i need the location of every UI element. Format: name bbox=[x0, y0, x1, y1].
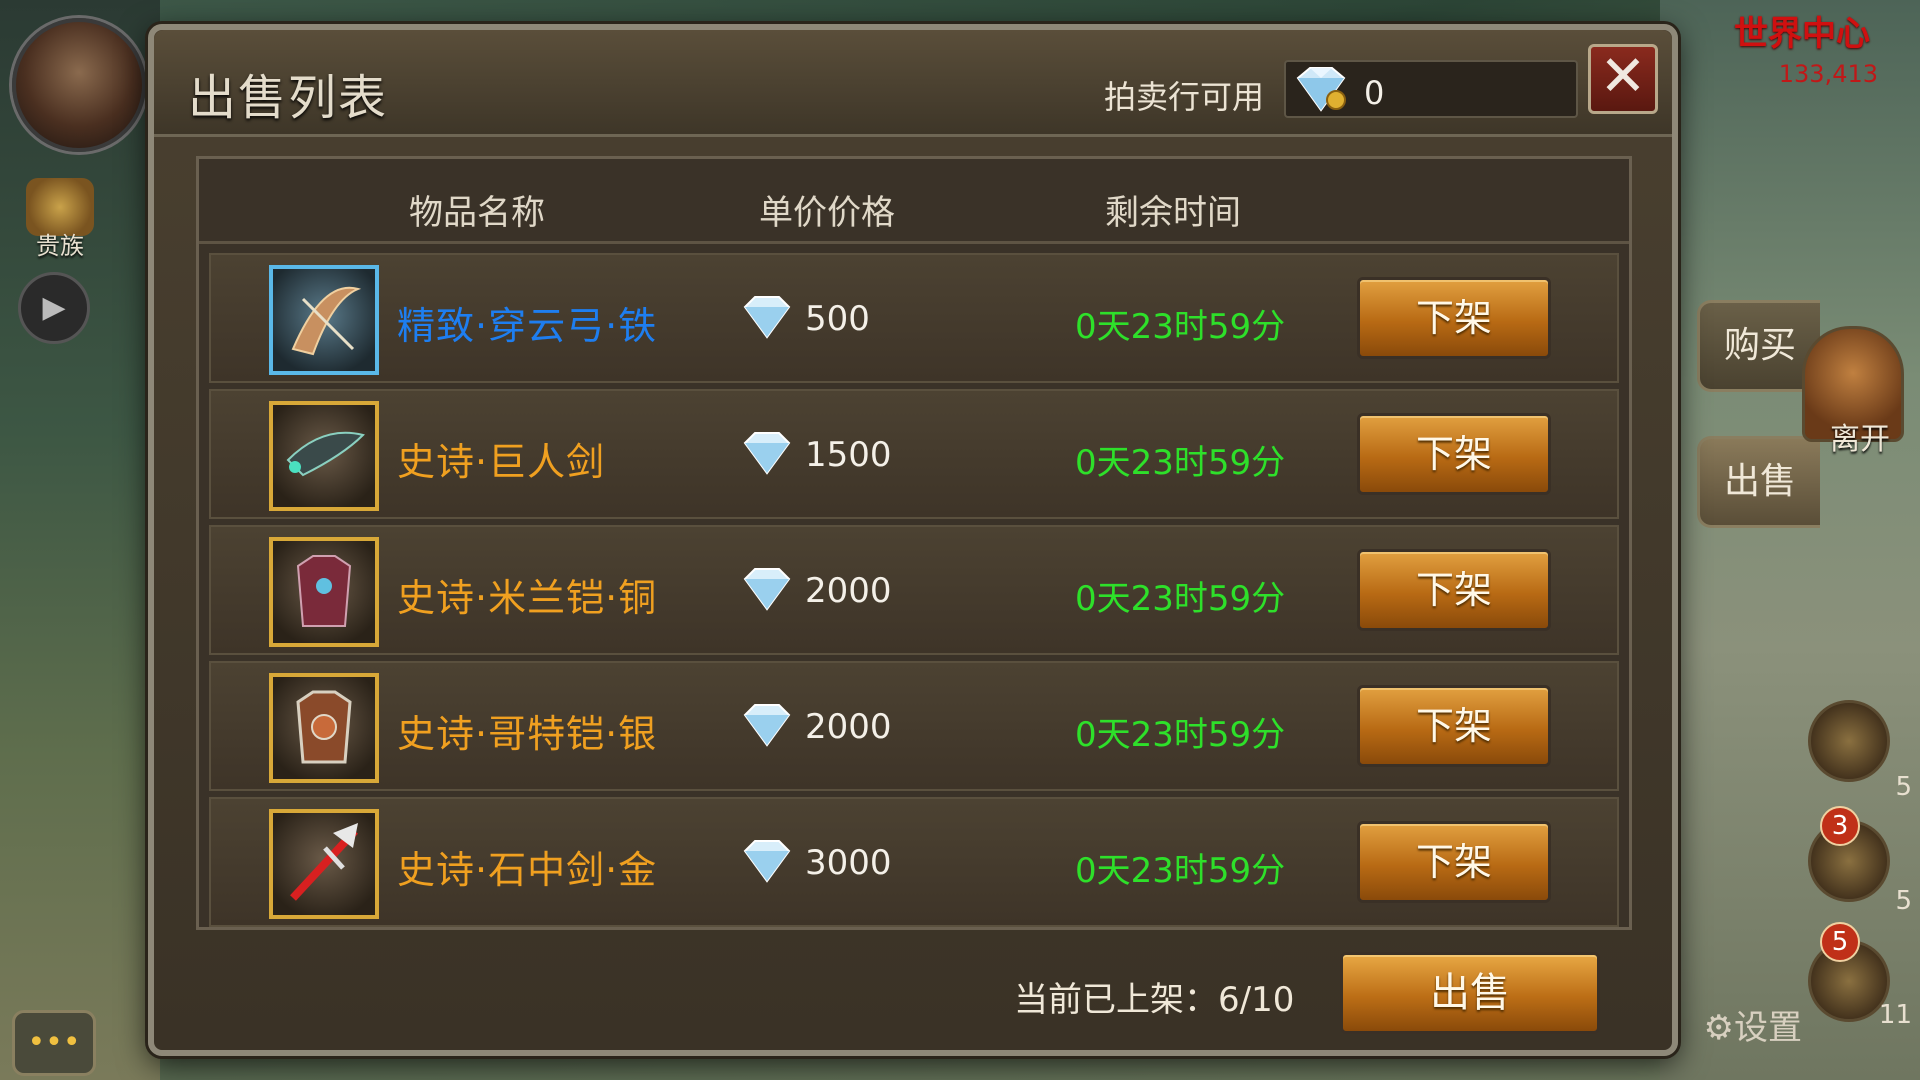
player-avatar[interactable] bbox=[12, 18, 146, 152]
diamond-icon bbox=[743, 840, 791, 883]
diamond-icon bbox=[743, 432, 791, 475]
chat-icon[interactable]: ••• bbox=[12, 1010, 96, 1076]
auction-balance: 0 bbox=[1364, 74, 1385, 112]
unlist-button[interactable]: 下架 bbox=[1357, 685, 1551, 767]
sell-list-table: 物品名称 单价价格 剩余时间 精致·穿云弓·铁 500 0天23时59分 下架 … bbox=[196, 156, 1632, 930]
item-price: 2000 bbox=[805, 707, 892, 747]
world-count: 133,413 bbox=[1778, 60, 1878, 88]
notification-badge: 5 bbox=[1820, 922, 1860, 962]
column-header-name: 物品名称 bbox=[409, 193, 545, 233]
item-name: 史诗·石中剑·金 bbox=[397, 848, 658, 892]
header-divider bbox=[199, 241, 1629, 244]
skill-icon[interactable] bbox=[1808, 700, 1890, 782]
item-name: 史诗·哥特铠·银 bbox=[397, 712, 658, 756]
table-row: 史诗·巨人剑 1500 0天23时59分 下架 bbox=[209, 389, 1619, 519]
table-row: 精致·穿云弓·铁 500 0天23时59分 下架 bbox=[209, 253, 1619, 383]
settings-button[interactable]: ⚙设置 bbox=[1704, 1000, 1802, 1049]
listed-count: 当前已上架：6/10 bbox=[1014, 980, 1295, 1020]
settings-label: 设置 bbox=[1734, 1008, 1802, 1048]
item-remaining-time: 0天23时59分 bbox=[1075, 851, 1286, 891]
table-row: 史诗·米兰铠·铜 2000 0天23时59分 下架 bbox=[209, 525, 1619, 655]
tab-sell[interactable]: 出售 bbox=[1697, 436, 1820, 528]
item-name: 史诗·米兰铠·铜 bbox=[397, 576, 658, 620]
close-button[interactable]: ✕ bbox=[1588, 44, 1658, 114]
item-name: 精致·穿云弓·铁 bbox=[397, 304, 658, 348]
item-price: 3000 bbox=[805, 843, 892, 883]
dialog-title: 出售列表 bbox=[188, 70, 389, 126]
item-remaining-time: 0天23时59分 bbox=[1075, 579, 1286, 619]
left-scenery bbox=[0, 0, 160, 1080]
item-name: 史诗·巨人剑 bbox=[397, 440, 606, 484]
unlist-button[interactable]: 下架 bbox=[1357, 549, 1551, 631]
table-row: 史诗·石中剑·金 3000 0天23时59分 下架 bbox=[209, 797, 1619, 927]
diamond-icon bbox=[1296, 67, 1346, 112]
item-remaining-time: 0天23时59分 bbox=[1075, 715, 1286, 755]
column-header-price: 单价价格 bbox=[759, 193, 895, 233]
item-price: 500 bbox=[805, 299, 870, 339]
armor-icon bbox=[269, 537, 379, 647]
column-header-time: 剩余时间 bbox=[1105, 193, 1241, 233]
sword-icon bbox=[269, 401, 379, 511]
auction-available-label: 拍卖行可用 bbox=[1104, 78, 1265, 116]
unlist-button[interactable]: 下架 bbox=[1357, 413, 1551, 495]
unlist-button[interactable]: 下架 bbox=[1357, 821, 1551, 903]
leave-label: 离开 bbox=[1830, 422, 1890, 457]
gear-icon: ⚙ bbox=[1703, 1008, 1734, 1048]
item-price: 2000 bbox=[805, 571, 892, 611]
diamond-icon bbox=[743, 568, 791, 611]
play-icon[interactable]: ▶ bbox=[18, 272, 90, 344]
sell-button[interactable]: 出售 bbox=[1340, 952, 1600, 1034]
item-price: 1500 bbox=[805, 435, 892, 475]
noble-label: 贵族 bbox=[36, 232, 84, 260]
item-remaining-time: 0天23时59分 bbox=[1075, 443, 1286, 483]
sell-list-dialog: 出售列表 拍卖行可用 0 ✕ 物品名称 单价价格 剩余时间 精致·穿云弓·铁 5… bbox=[148, 24, 1678, 1056]
diamond-icon bbox=[743, 296, 791, 339]
side-count: 5 bbox=[1895, 886, 1912, 916]
bow-icon bbox=[269, 265, 379, 375]
diamond-icon bbox=[743, 704, 791, 747]
item-remaining-time: 0天23时59分 bbox=[1075, 307, 1286, 347]
side-count: 11 bbox=[1878, 1000, 1912, 1030]
notification-badge: 3 bbox=[1820, 806, 1860, 846]
unlist-button[interactable]: 下架 bbox=[1357, 277, 1551, 359]
table-row: 史诗·哥特铠·银 2000 0天23时59分 下架 bbox=[209, 661, 1619, 791]
right-scenery bbox=[1660, 0, 1920, 1080]
world-center-label: 世界中心 bbox=[1734, 14, 1870, 54]
armor-icon bbox=[269, 673, 379, 783]
sword-icon bbox=[269, 809, 379, 919]
currency-box bbox=[1284, 60, 1578, 118]
side-count: 5 bbox=[1895, 772, 1912, 802]
close-icon: ✕ bbox=[1599, 44, 1647, 109]
